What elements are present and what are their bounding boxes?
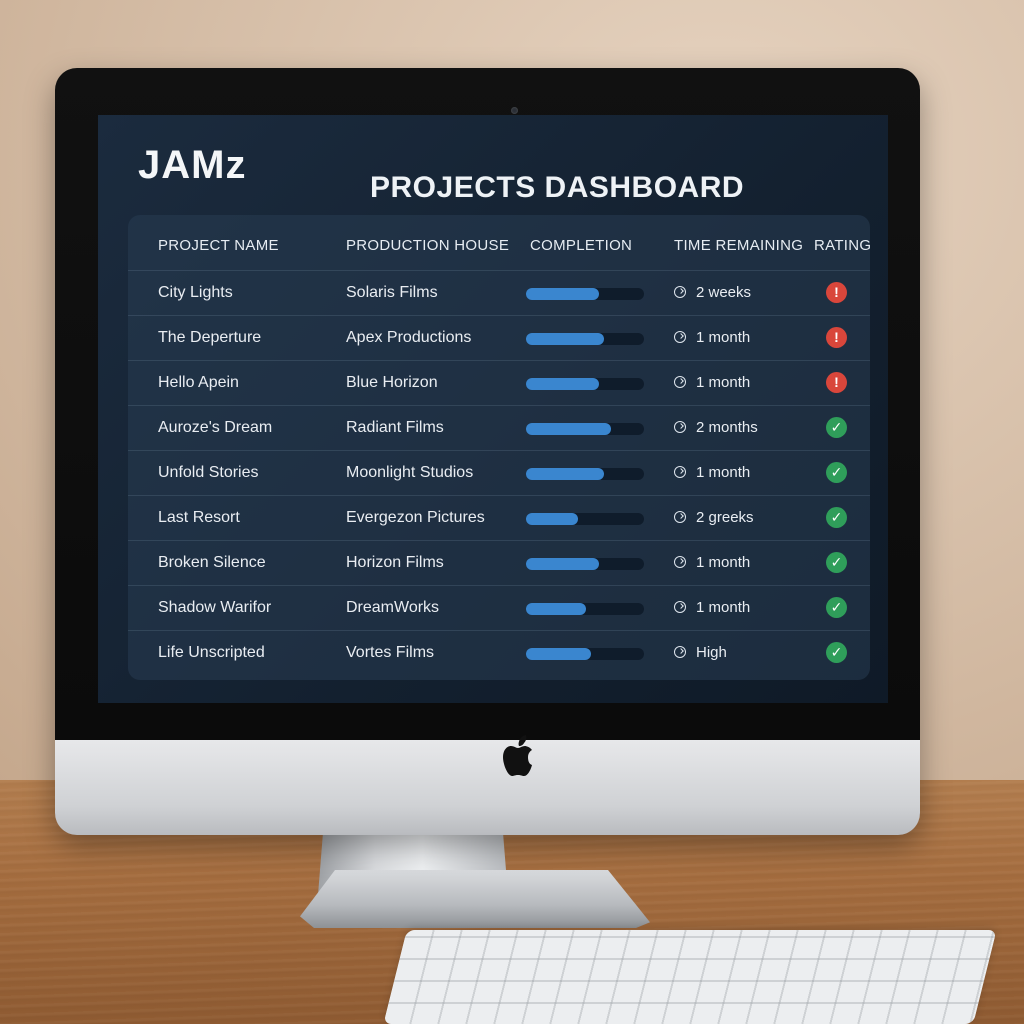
brand-logo[interactable]: JAMz (138, 143, 246, 188)
table-row[interactable]: Shadow Warifor DreamWorks 1 month ✓ (128, 585, 870, 630)
time-remaining: High (696, 644, 727, 661)
clock-icon (674, 646, 686, 658)
completion-bar (526, 648, 644, 660)
completion-bar-fill (526, 603, 587, 615)
apple-logo-icon (503, 735, 532, 776)
time-remaining: 1 month (696, 374, 751, 391)
check-icon: ✓ (826, 552, 847, 573)
time-remaining: 1 month (696, 554, 751, 571)
project-name: Broken Silence (158, 554, 266, 571)
production-house: Blue Horizon (346, 374, 438, 391)
table-row[interactable]: Life Unscripted Vortes Films High ✓ (128, 630, 870, 675)
header-project-name[interactable]: PROJECT NAME (158, 237, 279, 254)
alert-icon: ! (826, 327, 847, 348)
header-time-remaining[interactable]: TIME REMAINING (674, 237, 803, 254)
time-remaining: 1 month (696, 464, 751, 481)
completion-bar-fill (526, 423, 611, 435)
production-house: Radiant Films (346, 419, 444, 436)
check-icon: ✓ (826, 462, 847, 483)
time-remaining: 2 weeks (696, 284, 752, 301)
project-name: Unfold Stories (158, 464, 259, 481)
production-house: Moonlight Studios (346, 464, 474, 481)
completion-bar (526, 468, 644, 480)
completion-bar (526, 603, 644, 615)
keyboard[interactable] (383, 930, 997, 1024)
project-name: Life Unscripted (158, 644, 265, 661)
completion-bar-fill (526, 558, 600, 570)
completion-bar-fill (526, 468, 604, 480)
table-row[interactable]: Auroze's Dream Radiant Films 2 months ✓ (128, 405, 870, 450)
completion-bar (526, 378, 644, 390)
header-completion[interactable]: COMPLETION (530, 237, 632, 254)
clock-icon (674, 286, 686, 298)
clock-icon (674, 601, 686, 613)
table-row[interactable]: Unfold Stories Moonlight Studios 1 month… (128, 450, 870, 495)
production-house: Apex Productions (346, 329, 472, 346)
completion-bar-fill (526, 288, 600, 300)
completion-bar (526, 513, 644, 525)
project-name: The Deperture (158, 329, 262, 346)
project-name: City Lights (158, 284, 233, 301)
page-title: PROJECTS DASHBOARD (370, 171, 745, 204)
dashboard-screen: JAMz PROJECTS DASHBOARD PROJECT NAME PRO… (98, 115, 888, 703)
completion-bar (526, 423, 644, 435)
alert-icon: ! (826, 372, 847, 393)
table-header: PROJECT NAME PRODUCTION HOUSE COMPLETION… (128, 215, 871, 270)
check-icon: ✓ (826, 507, 847, 528)
completion-bar-fill (526, 648, 591, 660)
project-name: Shadow Warifor (158, 599, 272, 616)
clock-icon (674, 466, 686, 478)
camera-icon (511, 107, 518, 114)
completion-bar (526, 288, 644, 300)
production-house: Horizon Films (346, 554, 444, 571)
table-row[interactable]: The Deperture Apex Productions 1 month ! (128, 315, 870, 360)
clock-icon (674, 331, 686, 343)
project-name: Last Resort (158, 509, 240, 526)
production-house: Evergezon Pictures (346, 509, 485, 526)
clock-icon (674, 421, 686, 433)
time-remaining: 2 months (696, 419, 758, 436)
alert-icon: ! (826, 282, 847, 303)
completion-bar (526, 558, 644, 570)
table-row[interactable]: City Lights Solaris Films 2 weeks ! (128, 270, 870, 315)
project-name: Auroze's Dream (158, 419, 273, 436)
header-production-house[interactable]: PRODUCTION HOUSE (346, 237, 509, 254)
table-row[interactable]: Last Resort Evergezon Pictures 2 greeks … (128, 495, 870, 540)
header-rating[interactable]: RATING (814, 237, 871, 254)
time-remaining: 1 month (696, 329, 751, 346)
check-icon: ✓ (826, 417, 847, 438)
table-row[interactable]: Broken Silence Horizon Films 1 month ✓ (128, 540, 870, 585)
check-icon: ✓ (826, 597, 847, 618)
completion-bar-fill (526, 333, 604, 345)
completion-bar (526, 333, 644, 345)
monitor-chin (55, 740, 920, 835)
projects-table: PROJECT NAME PRODUCTION HOUSE COMPLETION… (128, 215, 871, 680)
table-row[interactable]: Hello Apein Blue Horizon 1 month ! (128, 360, 870, 405)
production-house: Vortes Films (346, 644, 435, 661)
production-house: DreamWorks (346, 599, 440, 616)
time-remaining: 1 month (696, 599, 751, 616)
production-house: Solaris Films (346, 284, 438, 301)
check-icon: ✓ (826, 642, 847, 663)
monitor-stand-base (300, 870, 650, 928)
clock-icon (674, 556, 686, 568)
completion-bar-fill (526, 378, 600, 390)
time-remaining: 2 greeks (696, 509, 754, 526)
clock-icon (674, 511, 686, 523)
completion-bar-fill (526, 513, 578, 525)
project-name: Hello Apein (158, 374, 239, 391)
clock-icon (674, 376, 686, 388)
